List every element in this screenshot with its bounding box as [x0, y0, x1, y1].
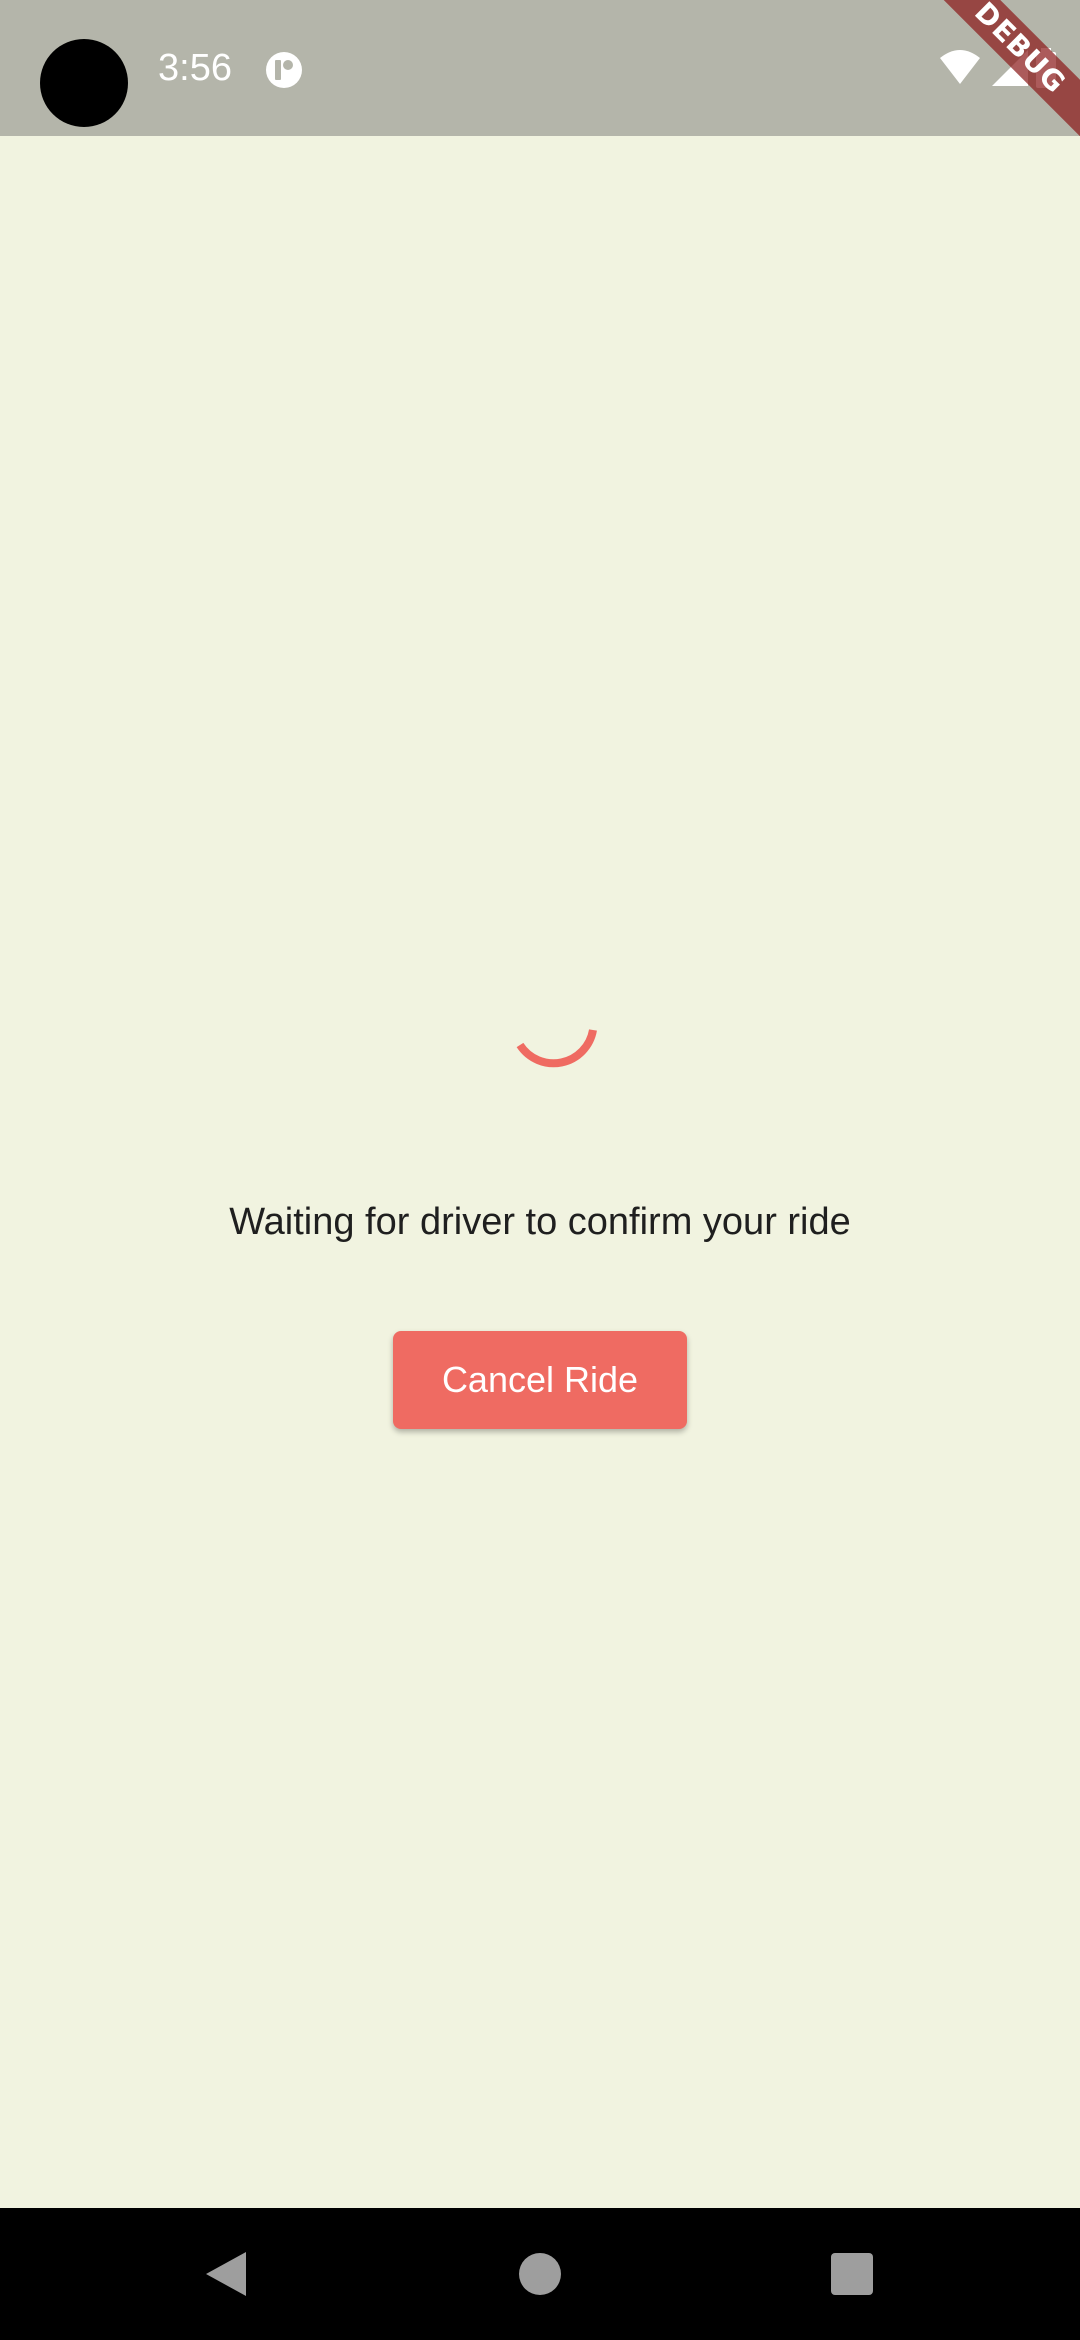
status-clock: 3:56	[158, 47, 232, 89]
cancel-ride-button[interactable]: Cancel Ride	[393, 1331, 687, 1429]
app-notification-icon	[266, 52, 302, 88]
camera-cutout	[40, 39, 128, 127]
recents-icon[interactable]	[826, 2248, 878, 2300]
status-bar: 3:56 DEBUG	[0, 0, 1080, 136]
wifi-icon	[940, 50, 980, 84]
home-icon[interactable]	[514, 2248, 566, 2300]
main-content: Waiting for driver to confirm your ride …	[0, 136, 1080, 2208]
back-icon[interactable]	[200, 2248, 252, 2300]
navigation-bar	[0, 2208, 1080, 2340]
waiting-message: Waiting for driver to confirm your ride	[229, 1201, 851, 1243]
spinner-icon	[516, 1029, 597, 1068]
